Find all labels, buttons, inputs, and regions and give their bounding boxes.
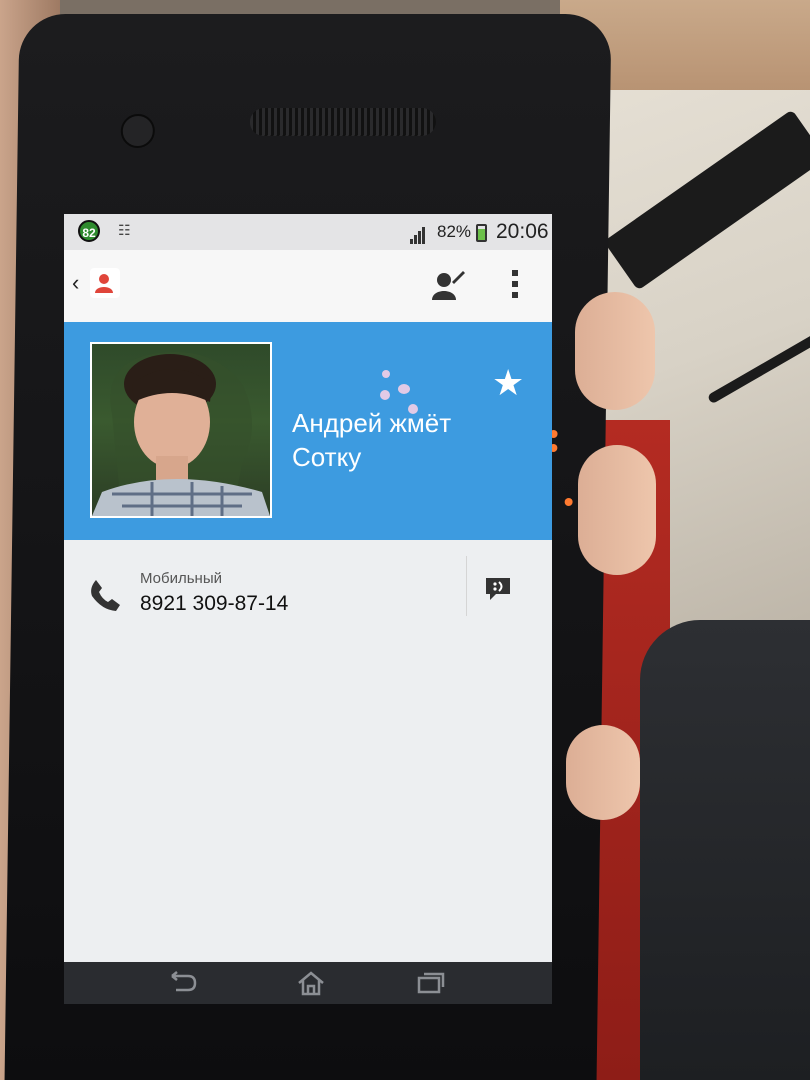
phone-number[interactable]: 8921 309-87-14 bbox=[140, 592, 288, 616]
overflow-menu-icon[interactable] bbox=[510, 270, 520, 303]
status-bar: 82 ☷ 82% 20:06 bbox=[64, 214, 552, 250]
recents-icon[interactable] bbox=[416, 970, 446, 1000]
back-icon[interactable] bbox=[168, 970, 198, 1000]
earpiece-speaker bbox=[249, 108, 437, 136]
contact-photo[interactable] bbox=[90, 342, 272, 518]
phone-handset-icon[interactable] bbox=[88, 578, 122, 617]
divider bbox=[466, 556, 467, 616]
person-leg bbox=[640, 620, 810, 1080]
screen-glare bbox=[382, 370, 390, 378]
screen-glare bbox=[380, 390, 390, 400]
message-bubble-icon[interactable] bbox=[484, 576, 512, 607]
signal-bars-icon bbox=[410, 226, 426, 244]
battery-icon bbox=[476, 224, 487, 242]
navigation-bar bbox=[64, 962, 552, 1004]
contacts-app-icon[interactable] bbox=[90, 268, 120, 298]
edit-contact-icon[interactable] bbox=[430, 268, 466, 307]
finger bbox=[566, 725, 640, 820]
notification-list-icon: ☷ bbox=[118, 222, 131, 238]
home-icon[interactable] bbox=[296, 970, 326, 1002]
notification-led bbox=[564, 498, 573, 506]
contact-name: Андрей жмёт Сотку bbox=[292, 406, 492, 474]
finger bbox=[575, 292, 655, 410]
battery-percent: 82% bbox=[437, 222, 472, 241]
contact-header: ★ Андрей жмёт Сотку bbox=[64, 322, 552, 540]
front-camera bbox=[120, 114, 156, 148]
chevron-left-icon[interactable]: ‹ bbox=[72, 270, 79, 296]
person-portrait-icon bbox=[92, 352, 270, 516]
screen-glare bbox=[408, 404, 418, 414]
phone-number-row[interactable]: Мобильный 8921 309-87-14 bbox=[64, 540, 552, 630]
clock: 20:06 bbox=[496, 220, 549, 243]
action-bar: ‹ bbox=[64, 250, 552, 322]
screen-glare bbox=[398, 384, 410, 394]
notification-badge: 82 bbox=[78, 220, 100, 242]
phone-type-label: Мобильный bbox=[140, 570, 222, 587]
finger bbox=[578, 445, 656, 575]
person-icon bbox=[95, 274, 113, 293]
contact-name-line2: Сотку bbox=[292, 442, 362, 472]
star-icon[interactable]: ★ bbox=[492, 362, 524, 404]
contact-name-line1: Андрей жмёт bbox=[292, 408, 452, 438]
phone-screen: 82 ☷ 82% 20:06 ‹ ★ Андрей жмёт Сотку Моб… bbox=[64, 214, 552, 1004]
